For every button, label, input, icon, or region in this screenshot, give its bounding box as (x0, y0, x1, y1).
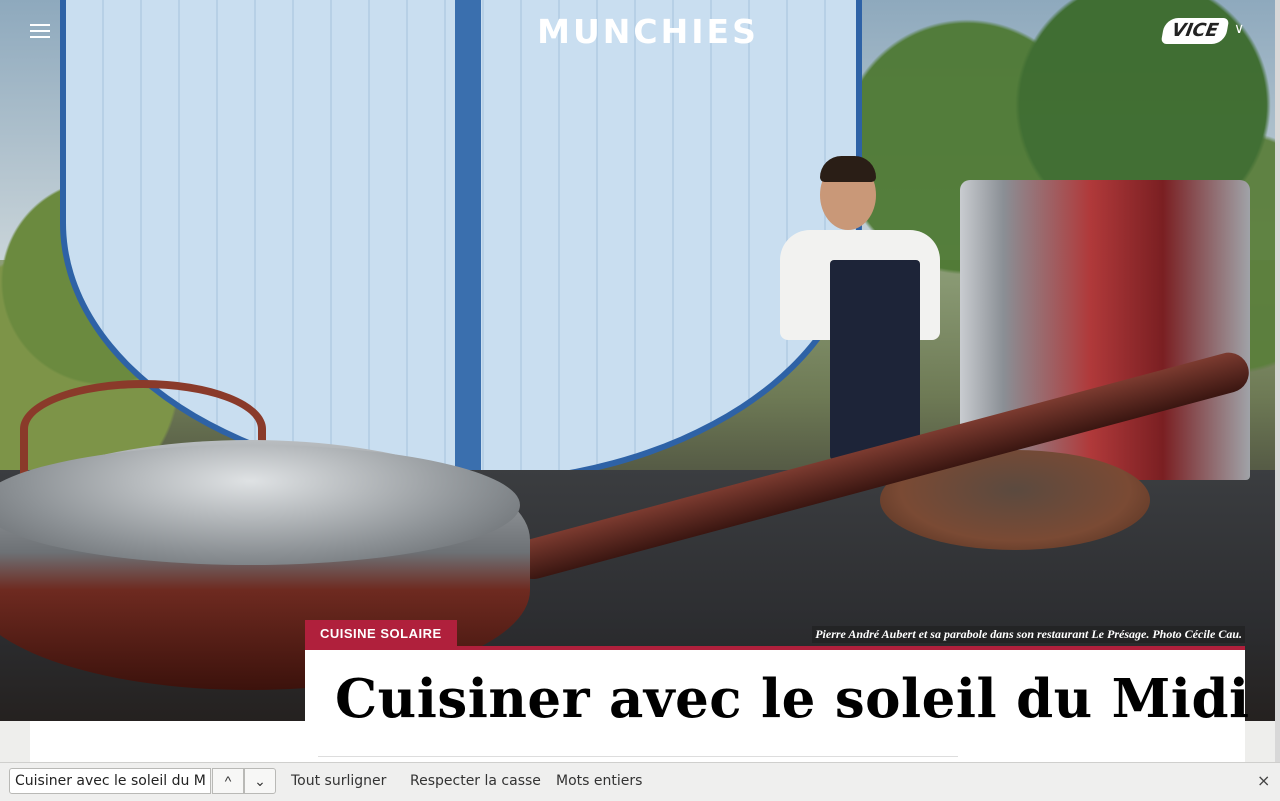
hero-image (0, 0, 1275, 721)
chevron-down-icon[interactable]: ∨ (1234, 20, 1244, 37)
find-input[interactable] (9, 768, 211, 794)
chevron-down-icon: ⌄ (254, 773, 266, 789)
chevron-up-icon: ^ (224, 773, 232, 789)
site-logo[interactable]: MUNCHIES (0, 12, 1280, 51)
find-previous-button[interactable]: ^ (212, 768, 244, 794)
chef-figure (760, 156, 960, 460)
divider (318, 756, 958, 757)
pot-lid (0, 445, 520, 565)
highlight-all-toggle[interactable]: Tout surligner (291, 773, 386, 789)
match-case-toggle[interactable]: Respecter la casse (410, 773, 541, 789)
photo-caption: Pierre André Aubert et sa parabole dans … (812, 626, 1245, 643)
content-background (30, 721, 305, 762)
whole-words-toggle[interactable]: Mots entiers (556, 773, 642, 789)
scrollbar[interactable] (1275, 0, 1280, 762)
close-icon[interactable]: × (1257, 771, 1270, 790)
vice-logo[interactable]: VICE (1160, 18, 1230, 44)
category-tag[interactable]: CUISINE SOLAIRE (305, 620, 457, 646)
article-title: Cuisiner avec le soleil du Midi (335, 668, 1250, 730)
find-next-button[interactable]: ⌄ (244, 768, 276, 794)
solar-dish-frame (455, 0, 481, 470)
